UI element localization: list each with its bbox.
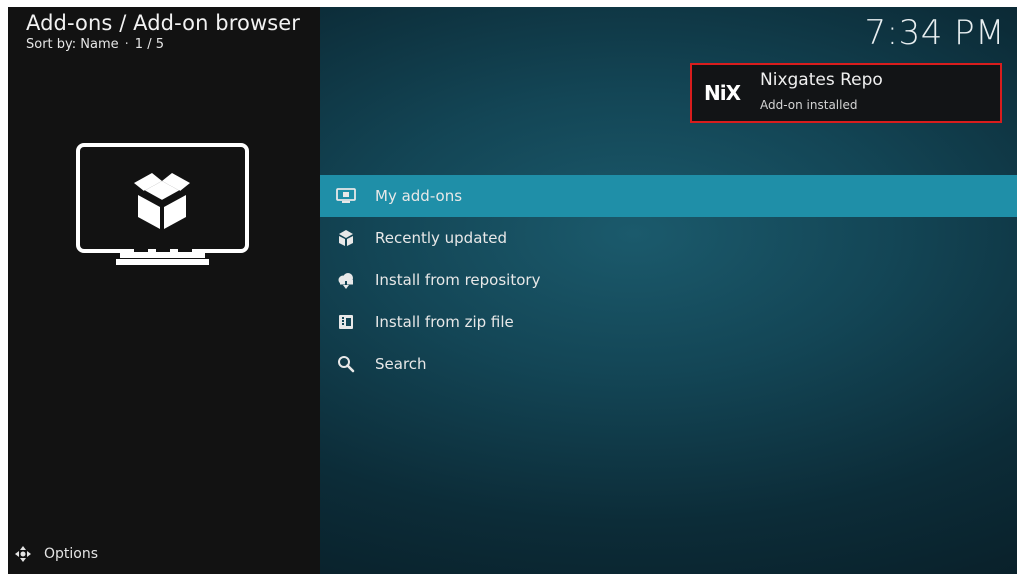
page-title: Add-ons / Add-on browser [26, 11, 301, 35]
notification-title: Nixgates Repo [760, 70, 883, 90]
dpad-options-icon [14, 545, 32, 563]
clock: 7:34 PM [864, 13, 1005, 53]
menu-item-label: Recently updated [375, 229, 508, 247]
addon-installed-notification: NiX Nixgates Repo Add-on installed [690, 63, 1002, 123]
nixgates-logo: NiX [692, 65, 752, 121]
cloud-download-icon [334, 268, 358, 292]
addons-monitor-box-icon [76, 143, 249, 265]
menu-item-install-from-zip-file[interactable]: Install from zip file [320, 301, 1017, 343]
options-button[interactable]: Options [14, 545, 98, 563]
menu-item-label: Install from zip file [375, 313, 514, 331]
kodi-screen: Add-ons / Add-on browser Sort by: Name · 1… [8, 7, 1017, 574]
zip-file-icon [334, 310, 358, 334]
menu-item-label: Install from repository [375, 271, 541, 289]
sort-label[interactable]: Sort by: Name [26, 37, 119, 52]
menu-item-recently-updated[interactable]: Recently updated [320, 217, 1017, 259]
menu-item-label: My add-ons [375, 187, 463, 205]
menu-item-search[interactable]: Search [320, 343, 1017, 385]
box-refresh-icon [334, 226, 358, 250]
page-position: 1 / 5 [134, 37, 164, 52]
menu-item-label: Search [375, 355, 427, 373]
menu-item-my-addons[interactable]: My add-ons [320, 175, 1017, 217]
separator: · [124, 37, 129, 52]
sort-info: Sort by: Name · 1 / 5 [26, 37, 164, 52]
monitor-box-icon [334, 184, 358, 208]
menu-item-install-from-repository[interactable]: Install from repository [320, 259, 1017, 301]
addon-browser-menu: My add-ons Recently updated Install from… [320, 175, 1017, 385]
left-info-panel: Add-ons / Add-on browser Sort by: Name · 1… [8, 7, 320, 574]
options-label: Options [44, 546, 99, 562]
search-icon [334, 352, 358, 376]
notification-message: Add-on installed [760, 98, 858, 112]
